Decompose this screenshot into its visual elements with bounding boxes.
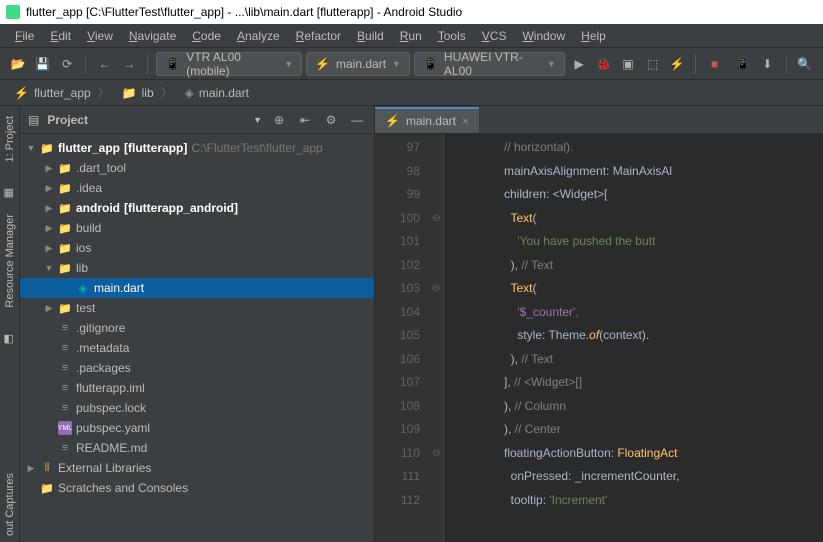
menu-view[interactable]: View (80, 27, 120, 45)
menu-edit[interactable]: Edit (43, 27, 78, 45)
titlebar: flutter_app [C:\FlutterTest\flutter_app]… (0, 0, 823, 24)
target-icon[interactable]: ⊕ (270, 111, 288, 129)
menu-help[interactable]: Help (574, 27, 613, 45)
window-title: flutter_app [C:\FlutterTest\flutter_app]… (26, 5, 462, 19)
tree-item[interactable]: ▶📁.dart_tool (20, 158, 374, 178)
editor-tabs: ⚡ main.dart × (375, 106, 823, 134)
sdk-icon[interactable]: ⬇ (757, 53, 777, 75)
sidebar-header: ▤ Project ▼ ⊕ ⇤ ⚙ — (20, 106, 374, 134)
save-icon[interactable]: 💾 (32, 53, 52, 75)
minimize-icon[interactable]: — (348, 111, 366, 129)
open-icon[interactable]: 📂 (8, 53, 28, 75)
profile-icon[interactable]: ▣ (618, 53, 638, 75)
collapse-icon[interactable]: ⇤ (296, 111, 314, 129)
tree-item[interactable]: ▼📁flutter_app [flutterapp] C:\FlutterTes… (20, 138, 374, 158)
stop-icon[interactable]: ■ (704, 53, 724, 75)
tree-item[interactable]: 📁Scratches and Consoles (20, 478, 374, 498)
breadcrumb-bar: ⚡flutter_app〉📁lib〉◈main.dart (0, 80, 823, 106)
menu-code[interactable]: Code (185, 27, 228, 45)
back-icon[interactable]: ← (94, 53, 114, 75)
project-icon: ▤ (28, 113, 39, 127)
tree-item[interactable]: ◈main.dart (20, 278, 374, 298)
editor-area: ⚡ main.dart × 97989910010110210310410510… (375, 106, 823, 542)
line-gutter: 9798991001011021031041051061071081091101… (375, 134, 430, 542)
menu-vcs[interactable]: VCS (475, 27, 514, 45)
phone-icon: 📱 (165, 57, 180, 71)
run-icon[interactable]: ▶ (569, 53, 589, 75)
target-selector[interactable]: 📱 HUAWEI VTR-AL00 ▼ (414, 52, 565, 76)
menu-tools[interactable]: Tools (431, 27, 473, 45)
panel-title: Project (47, 113, 245, 127)
code-editor[interactable]: 9798991001011021031041051061071081091101… (375, 134, 823, 542)
tab-main-dart[interactable]: ⚡ main.dart × (375, 107, 479, 133)
search-icon[interactable]: 🔍 (795, 53, 815, 75)
tree-item[interactable]: ▶⫴External Libraries (20, 458, 374, 478)
captures-tab[interactable]: out Captures (2, 467, 18, 542)
forward-icon[interactable]: → (119, 53, 139, 75)
menu-build[interactable]: Build (350, 27, 391, 45)
gear-icon[interactable]: ⚙ (322, 111, 340, 129)
avd-icon[interactable]: 📱 (733, 53, 753, 75)
menu-refactor[interactable]: Refactor (289, 27, 348, 45)
main-toolbar: 📂 💾 ⟳ ← → 📱 VTR AL00 (mobile) ▼ ⚡ main.d… (0, 48, 823, 80)
hot-reload-icon[interactable]: ⚡ (667, 53, 687, 75)
tree-item[interactable]: ≡.packages (20, 358, 374, 378)
tree-item[interactable]: YMLpubspec.yaml (20, 418, 374, 438)
tree-item[interactable]: ≡pubspec.lock (20, 398, 374, 418)
tree-item[interactable]: ▶📁ios (20, 238, 374, 258)
project-sidebar: ▤ Project ▼ ⊕ ⇤ ⚙ — ▼📁flutter_app [flutt… (20, 106, 375, 542)
tree-item[interactable]: ▼📁lib (20, 258, 374, 278)
tree-item[interactable]: ≡flutterapp.iml (20, 378, 374, 398)
chevron-down-icon: ▼ (547, 59, 556, 69)
refresh-icon[interactable]: ⟳ (57, 53, 77, 75)
menu-navigate[interactable]: Navigate (122, 27, 183, 45)
fold-gutter: ⊖⊖⊖ (430, 134, 444, 542)
menu-file[interactable]: File (8, 27, 41, 45)
breadcrumb[interactable]: ◈main.dart (179, 86, 255, 100)
resource-icon[interactable]: ◧ (2, 326, 18, 342)
tree-item[interactable]: ▶📁.idea (20, 178, 374, 198)
chevron-down-icon[interactable]: ▼ (253, 115, 262, 125)
menubar: FileEditViewNavigateCodeAnalyzeRefactorB… (0, 24, 823, 48)
code-lines[interactable]: // horizontal).mainAxisAlignment: MainAx… (444, 134, 823, 542)
tree-item[interactable]: ▶📁android [flutterapp_android] (20, 198, 374, 218)
android-studio-icon (6, 5, 20, 19)
flutter-icon: ⚡ (315, 57, 330, 71)
project-tree: ▼📁flutter_app [flutterapp] C:\FlutterTes… (20, 134, 374, 542)
menu-analyze[interactable]: Analyze (230, 27, 287, 45)
debug-icon[interactable]: 🐞 (593, 53, 613, 75)
tree-item[interactable]: ≡.gitignore (20, 318, 374, 338)
tree-item[interactable]: ▶📁test (20, 298, 374, 318)
device-selector[interactable]: 📱 VTR AL00 (mobile) ▼ (156, 52, 302, 76)
chevron-down-icon: ▼ (284, 59, 293, 69)
tree-item[interactable]: ▶📁build (20, 218, 374, 238)
breadcrumb[interactable]: 📁lib〉 (116, 84, 179, 101)
tree-item[interactable]: ≡.metadata (20, 338, 374, 358)
left-tool-tabs: 1: Project ▦ Resource Manager ◧ out Capt… (0, 106, 20, 542)
run-config-selector[interactable]: ⚡ main.dart ▼ (306, 52, 410, 76)
resource-manager-tab[interactable]: Resource Manager (2, 208, 18, 314)
flutter-icon: ⚡ (385, 114, 400, 128)
phone-icon: 📱 (423, 57, 438, 71)
menu-window[interactable]: Window (515, 27, 572, 45)
tree-item[interactable]: ≡README.md (20, 438, 374, 458)
menu-run[interactable]: Run (393, 27, 429, 45)
project-tab[interactable]: 1: Project (2, 110, 18, 168)
breadcrumb[interactable]: ⚡flutter_app〉 (8, 84, 116, 101)
project-tab-icon[interactable]: ▦ (2, 180, 18, 196)
chevron-down-icon: ▼ (392, 59, 401, 69)
coverage-icon[interactable]: ⬚ (642, 53, 662, 75)
close-icon[interactable]: × (462, 114, 469, 128)
